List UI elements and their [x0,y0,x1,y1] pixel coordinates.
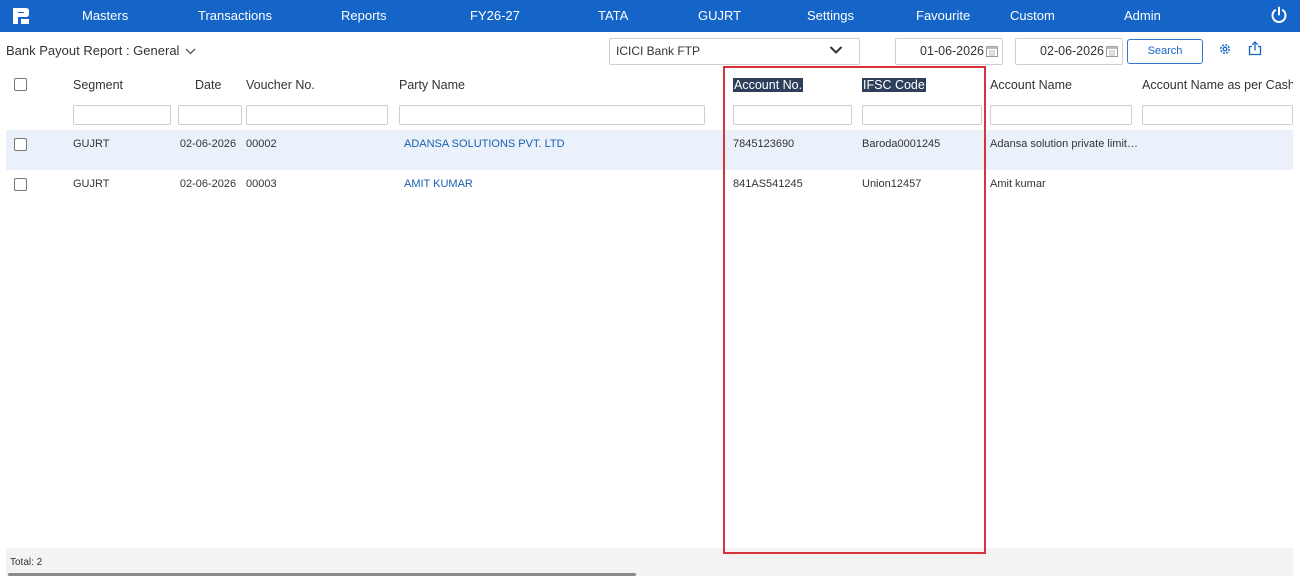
col-header-account-name[interactable]: Account Name [990,78,1072,92]
cell-voucher: 00003 [246,178,277,190]
col-header-party[interactable]: Party Name [399,78,465,92]
cell-date: 02-06-2026 [179,178,237,190]
calendar-icon[interactable] [986,45,998,57]
horizontal-scrollbar[interactable] [8,573,636,576]
highlight-box [723,66,986,554]
chevron-down-icon [185,48,196,55]
filter-date-input[interactable] [178,105,242,125]
cell-segment: GUJRT [73,138,110,150]
cell-account-name: Adansa solution private limited [990,138,1138,150]
top-nav-bar: Masters Transactions Reports FY26-27 TAT… [0,0,1300,32]
filter-segment-input[interactable] [73,105,171,125]
gear-icon[interactable] [1218,42,1232,56]
cell-account-name: Amit kumar [990,178,1046,190]
from-date-input[interactable]: 01-06-2026 [895,38,1003,65]
select-all-checkbox[interactable] [14,78,27,91]
row-checkbox[interactable] [14,138,27,151]
bank-select-value: ICICI Bank FTP [616,44,701,58]
nav-fy[interactable]: FY26-27 [470,0,520,32]
from-date-value: 01-06-2026 [920,44,984,58]
col-header-date[interactable]: Date [195,78,221,92]
col-header-account-name-cash[interactable]: Account Name as per Cashl [1142,78,1293,92]
total-count: Total: 2 [10,557,43,568]
cell-voucher: 00002 [246,138,277,150]
row-checkbox[interactable] [14,178,27,191]
cell-date: 02-06-2026 [179,138,237,150]
nav-tata[interactable]: TATA [598,0,628,32]
nav-favourite[interactable]: Favourite [916,0,970,32]
app-logo-icon[interactable] [12,7,30,25]
report-title-dropdown[interactable]: Bank Payout Report : General [6,43,196,58]
col-header-segment[interactable]: Segment [73,78,123,92]
search-button[interactable]: Search [1127,39,1203,64]
grid-footer: Total: 2 [6,548,1293,576]
chevron-down-icon [829,46,843,54]
bank-select[interactable]: ICICI Bank FTP [609,38,860,65]
nav-transactions[interactable]: Transactions [198,0,272,32]
filter-account-name-input[interactable] [990,105,1132,125]
to-date-value: 02-06-2026 [1040,44,1104,58]
filter-party-input[interactable] [399,105,705,125]
nav-settings[interactable]: Settings [807,0,854,32]
nav-custom[interactable]: Custom [1010,0,1055,32]
report-title: Bank Payout Report : General [6,43,180,58]
calendar-icon[interactable] [1106,45,1118,57]
nav-reports[interactable]: Reports [341,0,387,32]
cell-segment: GUJRT [73,178,110,190]
power-icon[interactable] [1270,6,1288,24]
nav-admin[interactable]: Admin [1124,0,1161,32]
to-date-input[interactable]: 02-06-2026 [1015,38,1123,65]
share-icon[interactable] [1248,41,1262,56]
filter-voucher-input[interactable] [246,105,388,125]
nav-masters[interactable]: Masters [82,0,128,32]
cell-party-link[interactable]: AMIT KUMAR [404,177,473,191]
cell-party-link[interactable]: ADANSA SOLUTIONS PVT. LTD [404,137,565,151]
col-header-voucher[interactable]: Voucher No. [246,78,315,92]
nav-gujrt[interactable]: GUJRT [698,0,741,32]
filter-account-name-cash-input[interactable] [1142,105,1293,125]
